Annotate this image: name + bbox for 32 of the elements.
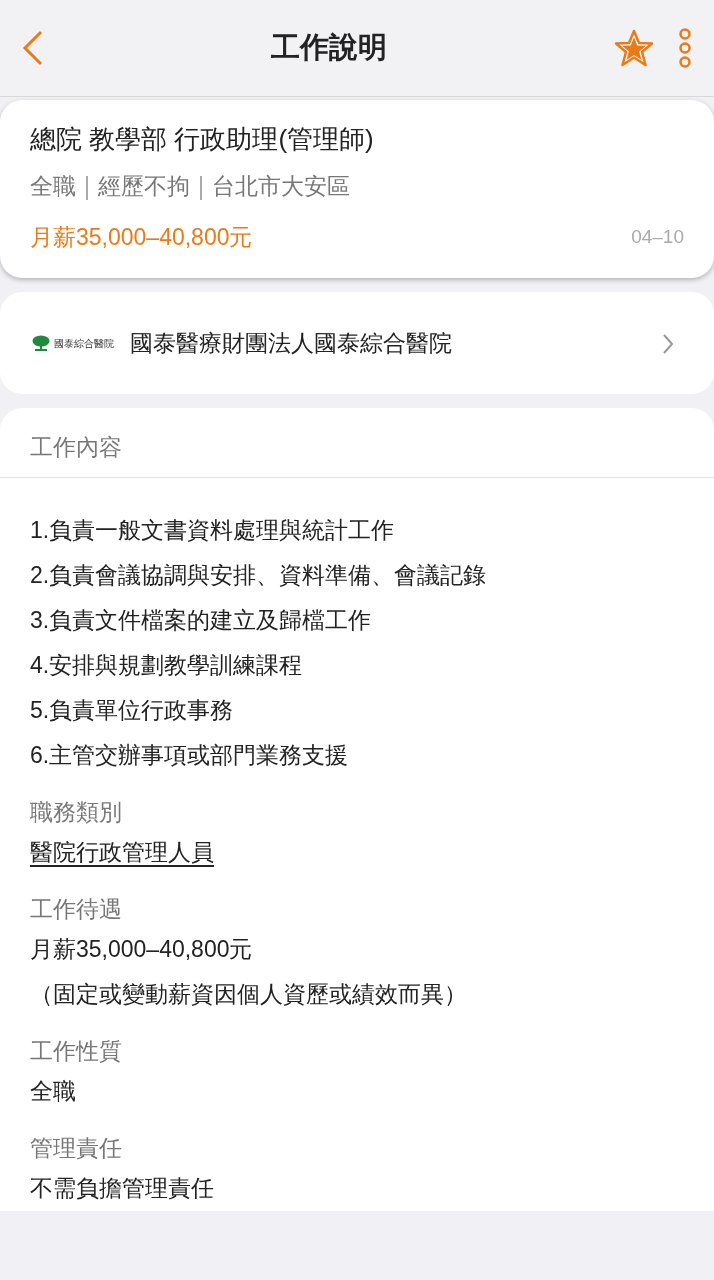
page-title: 工作說明 — [271, 31, 387, 64]
description-line: 6.主管交辦事項或部門業務支援 — [30, 740, 350, 770]
description-line: 5.負責單位行政事務 — [30, 695, 235, 725]
more-icon[interactable] — [678, 28, 692, 68]
description-line: 1.負責一般文書資料處理與統計工作 — [30, 515, 396, 545]
separator-line — [86, 175, 88, 200]
chevron-icon[interactable] — [662, 332, 674, 355]
job-title: 總院 教學部 行政助理(管理師) — [30, 123, 375, 156]
category-link[interactable]: 醫院行政管理人員 — [30, 838, 214, 865]
field-value: 月薪35,000–40,800元 — [30, 934, 254, 964]
post-date: 04–10 — [631, 224, 684, 249]
job-meta: 台北市大安區 — [212, 172, 350, 201]
description-line: 3.負責文件檔案的建立及歸檔工作 — [30, 605, 373, 635]
job-meta: 經歷不拘 — [98, 172, 190, 201]
description-line: 4.安排與規劃教學訓練課程 — [30, 650, 304, 680]
salary: 月薪35,000–40,800元 — [30, 222, 253, 252]
field-label: 管理責任 — [30, 1133, 123, 1163]
company-logo: 國泰綜合醫院 — [32, 335, 114, 351]
field-value: 全職 — [30, 1076, 77, 1106]
field-label: 工作性質 — [30, 1036, 123, 1066]
description-line: 2.負責會議協調與安排、資料準備、會議記錄 — [30, 560, 488, 590]
back-icon[interactable] — [22, 30, 44, 66]
separator-line — [200, 175, 202, 200]
field-label: 職務類別 — [30, 797, 123, 827]
section-title: 工作內容 — [0, 408, 714, 478]
star-icon[interactable] — [614, 29, 654, 67]
field-label: 工作待遇 — [30, 894, 123, 924]
job-meta: 全職 — [30, 172, 76, 201]
company-row[interactable]: 國泰綜合醫院 國泰醫療財團法人國泰綜合醫院 — [0, 292, 714, 394]
company-name: 國泰醫療財團法人國泰綜合醫院 — [130, 328, 453, 358]
field-value: （固定或變動薪資因個人資歷或績效而異） — [30, 979, 468, 1009]
field-value: 不需負擔管理責任 — [30, 1173, 215, 1203]
